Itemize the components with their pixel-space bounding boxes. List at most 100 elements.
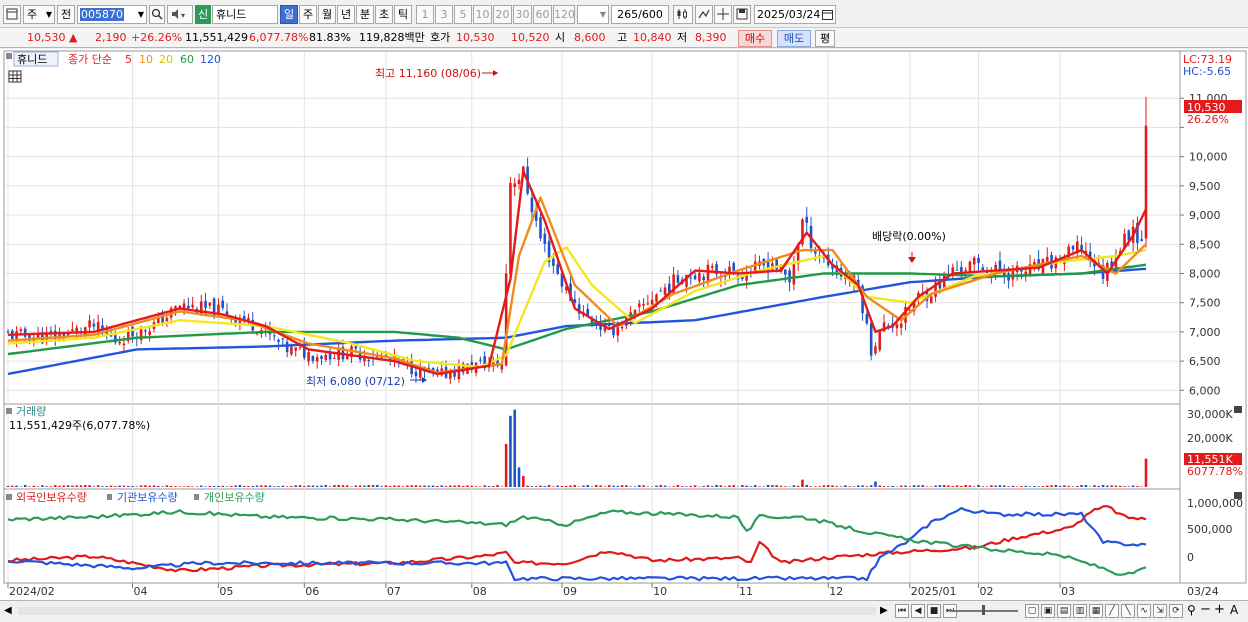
interval-20[interactable]: 20: [493, 5, 512, 24]
stock-code-value: 005870: [80, 8, 124, 21]
layout-grid-icon[interactable]: ▤: [1057, 604, 1071, 618]
prev-page-icon[interactable]: ◀: [911, 604, 925, 618]
candle-body: [144, 330, 147, 331]
zoom-slider-handle[interactable]: [982, 605, 985, 615]
price-tick-label: 7,000: [1189, 326, 1221, 339]
sound-icon[interactable]: ▾: [167, 5, 193, 24]
volume-bar: [213, 486, 216, 487]
zoom-out-icon[interactable]: −: [1200, 602, 1211, 617]
font-size-icon[interactable]: A: [1230, 603, 1238, 617]
period-day[interactable]: 일: [280, 5, 298, 24]
interval-30[interactable]: 30: [513, 5, 532, 24]
interval-60[interactable]: 60: [533, 5, 552, 24]
crosshair-icon[interactable]: [714, 5, 732, 24]
layout-single-icon[interactable]: ▢: [1025, 604, 1039, 618]
interval-120[interactable]: 120: [553, 5, 575, 24]
eval-button[interactable]: 평: [815, 30, 835, 47]
candle-type-icon[interactable]: [673, 5, 693, 24]
minimize-panel-icon[interactable]: [1234, 492, 1242, 499]
chart-list-icon[interactable]: ▦: [1089, 604, 1103, 618]
panel-handle-icon[interactable]: [6, 494, 12, 500]
prev-button[interactable]: 전: [57, 5, 75, 24]
first-page-icon[interactable]: ⏮: [895, 604, 909, 618]
interval-3[interactable]: 3: [435, 5, 453, 24]
period-month[interactable]: 월: [318, 5, 336, 24]
candle-body: [123, 344, 126, 345]
interval-10[interactable]: 10: [473, 5, 492, 24]
zoom-in-icon[interactable]: +: [1214, 602, 1225, 617]
period-tick[interactable]: 틱: [394, 5, 412, 24]
ma-legend-120[interactable]: 120: [200, 53, 221, 66]
volume-bar: [501, 486, 504, 487]
volume-bar: [909, 486, 912, 487]
date-value: 2025/03/24: [757, 8, 820, 21]
x-tick-label: 02: [980, 585, 994, 598]
stock-chart[interactable]: 6,0006,5007,0007,5008,0008,5009,0009,500…: [0, 49, 1248, 601]
volume-bar: [170, 486, 173, 487]
x-tick-label: 12: [829, 585, 843, 598]
foreign-legend[interactable]: 외국인보유수량: [16, 491, 87, 504]
ask-price: 10,530: [456, 31, 495, 45]
period-week[interactable]: 주: [299, 5, 317, 24]
bar-chart-icon[interactable]: ▥: [1073, 604, 1087, 618]
volume-bar: [505, 444, 508, 487]
zoom-search-icon[interactable]: ⚲: [1187, 603, 1196, 617]
save-icon[interactable]: [733, 5, 751, 24]
count-field[interactable]: 265/600: [611, 5, 669, 24]
scroll-right-icon[interactable]: ▶: [880, 605, 888, 616]
export-icon[interactable]: ⇲: [1153, 604, 1167, 618]
trend-alt-icon[interactable]: ╲: [1121, 604, 1135, 618]
calendar-icon[interactable]: [822, 9, 833, 20]
minimize-panel-icon[interactable]: [1234, 406, 1242, 413]
volume-bar: [67, 485, 70, 487]
buy-button[interactable]: 매수: [738, 30, 772, 47]
horizontal-scrollbar[interactable]: [18, 607, 876, 615]
individual-legend[interactable]: 개인보유수량: [204, 491, 265, 504]
interval-5[interactable]: 5: [454, 5, 472, 24]
period-year[interactable]: 년: [337, 5, 355, 24]
candle-body: [621, 327, 624, 328]
chart-area[interactable]: 6,0006,5007,0007,5008,0008,5009,0009,500…: [0, 49, 1248, 601]
stop-icon[interactable]: ■: [927, 604, 941, 618]
interval-1[interactable]: 1: [416, 5, 434, 24]
layout-icon[interactable]: [3, 5, 21, 24]
period-second[interactable]: 초: [375, 5, 393, 24]
volume-bar: [745, 486, 748, 487]
ma-legend-60[interactable]: 60: [180, 53, 194, 66]
volume-bar: [818, 486, 821, 487]
candle-body: [458, 366, 461, 379]
ma-legend-5[interactable]: 5: [125, 53, 132, 66]
table-grid-icon[interactable]: [9, 71, 21, 82]
institution-legend[interactable]: 기관보유수량: [117, 491, 178, 504]
sell-button[interactable]: 매도: [777, 30, 811, 47]
volume-panel[interactable]: [4, 404, 1180, 489]
price-panel[interactable]: [4, 51, 1180, 404]
volume-bar: [496, 485, 499, 487]
indicator-icon[interactable]: ∿: [1137, 604, 1151, 618]
scroll-left-icon[interactable]: ◀: [4, 605, 12, 616]
stock-name-field[interactable]: 휴니드: [212, 5, 278, 24]
date-field[interactable]: 2025/03/24: [754, 5, 836, 24]
volume-bar: [548, 485, 551, 487]
zoom-reset-icon[interactable]: ⟳: [1169, 604, 1183, 618]
panel-handle-icon[interactable]: [6, 408, 12, 414]
price-tick-label: 9,000: [1189, 209, 1221, 222]
draw-tool-icon[interactable]: [695, 5, 713, 24]
panel-handle-icon[interactable]: [6, 53, 12, 59]
market-type-select[interactable]: 주▼: [23, 5, 55, 24]
interval-custom-select[interactable]: ▼: [577, 5, 609, 24]
period-minute[interactable]: 분: [356, 5, 374, 24]
ma-legend-20[interactable]: 20: [159, 53, 173, 66]
ma-legend-10[interactable]: 10: [139, 53, 153, 66]
volume-bar: [1102, 485, 1105, 487]
volume-bar: [934, 486, 937, 487]
candle-body: [191, 305, 194, 307]
volume-bar: [831, 485, 834, 487]
trend-icon[interactable]: ╱: [1105, 604, 1119, 618]
search-icon[interactable]: [149, 5, 165, 24]
layout-double-icon[interactable]: ▣: [1041, 604, 1055, 618]
volume-bar: [178, 486, 181, 487]
volume-bar: [1119, 486, 1122, 487]
stock-code-input[interactable]: 005870▼: [77, 5, 147, 24]
candle-body: [874, 346, 877, 353]
